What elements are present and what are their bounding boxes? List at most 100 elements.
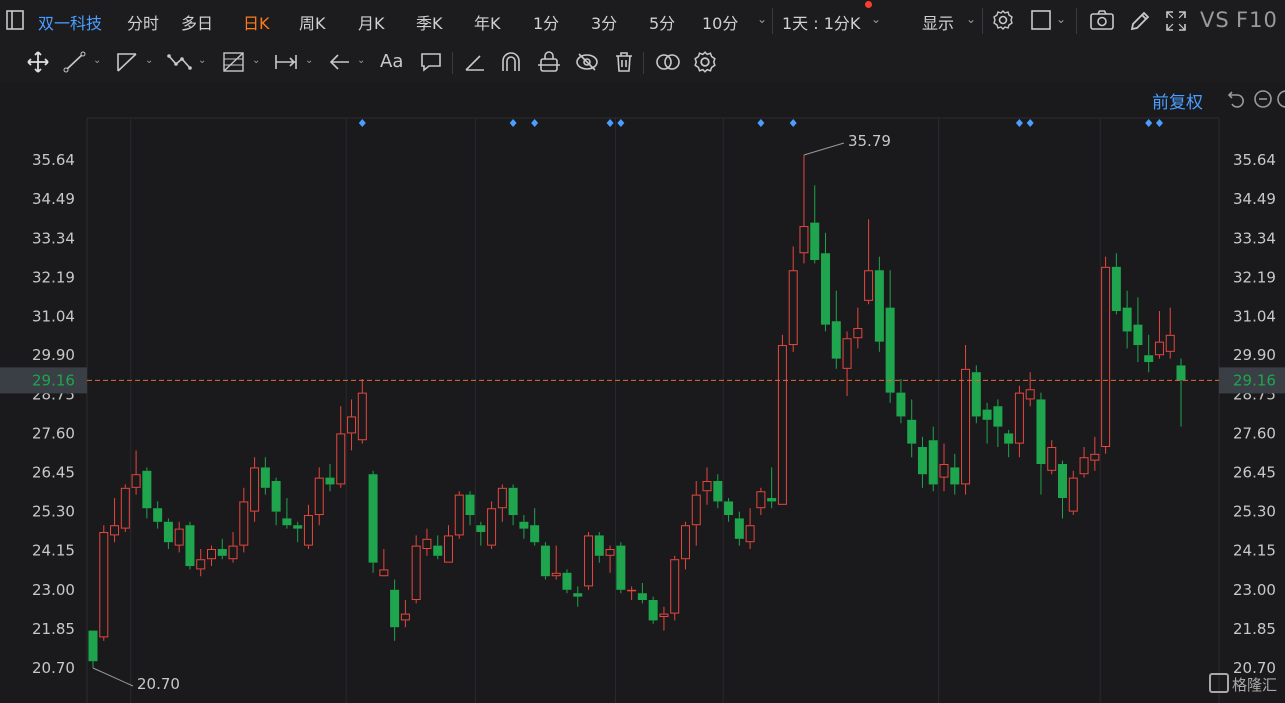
candle-body (487, 508, 497, 546)
wave-chevron-icon[interactable]: ⌄ (198, 55, 206, 66)
tab-5min[interactable]: 5分 (649, 10, 675, 34)
ruler-angle-icon[interactable] (463, 50, 487, 74)
vs-button[interactable]: VS (1200, 8, 1230, 32)
candlestick-chart[interactable]: 35.6434.4933.3432.1931.0429.9028.7527.60… (0, 82, 1285, 703)
lock-drawing-icon[interactable] (537, 50, 561, 74)
y-tick-label-right: 32.19 (1233, 268, 1276, 286)
period-selector[interactable]: 1天 : 1分K (782, 10, 860, 34)
zoom-out-icon[interactable] (1253, 89, 1273, 113)
tab-10min[interactable]: 10分 (702, 10, 738, 34)
y-tick-label-right: 33.34 (1233, 229, 1276, 247)
tab-3min[interactable]: 3分 (591, 10, 617, 34)
candle-body (562, 572, 572, 590)
candle-body (907, 419, 917, 444)
trash-icon[interactable] (612, 50, 636, 74)
candle (584, 532, 594, 590)
fibonacci-chevron-icon[interactable]: ⌄ (252, 55, 260, 66)
period-chevron-icon[interactable]: ⌄ (871, 12, 881, 26)
reset-icon[interactable] (1226, 89, 1246, 113)
y-tick-label-left: 20.70 (32, 659, 75, 677)
measure-chevron-icon[interactable]: ⌄ (305, 55, 313, 66)
candle (562, 569, 572, 594)
candle-body (1122, 307, 1132, 332)
display-menu[interactable]: 显示 (922, 10, 954, 34)
candle-body (131, 474, 141, 488)
more-periods-chevron-icon[interactable]: ⌄ (757, 12, 767, 26)
sidebar-toggle-icon[interactable] (6, 10, 24, 34)
y-tick-label-right: 26.45 (1233, 464, 1276, 482)
candle-body (821, 253, 831, 325)
top-bar: 双一科技 分时 多日 日K 周K 月K 季K 年K 1分 3分 5分 10分 ⌄… (0, 0, 1285, 43)
zoom-in-icon[interactable] (1276, 89, 1285, 113)
candle-body (810, 222, 820, 261)
y-tick-label-right: 27.60 (1233, 424, 1276, 442)
candle-body (508, 487, 518, 516)
tab-month-k[interactable]: 月K (358, 10, 385, 34)
f10-button[interactable]: F10 (1236, 8, 1278, 32)
candle-body (1090, 453, 1100, 461)
measure-tool-icon[interactable] (274, 50, 298, 74)
line-segment-icon[interactable] (63, 50, 87, 74)
candle-body (347, 416, 357, 434)
candle-body (961, 368, 971, 485)
y-tick-label-right: 31.04 (1233, 307, 1276, 325)
candle (99, 525, 109, 641)
candle-body (400, 613, 410, 621)
candle-body (357, 392, 367, 441)
candle-body (206, 549, 216, 560)
y-tick-label-left: 35.64 (32, 151, 75, 169)
adjust-mode-button[interactable]: 前复权 (1152, 88, 1203, 113)
magnet-icon[interactable] (499, 50, 523, 74)
candle-body (174, 528, 184, 546)
candle-body (1133, 324, 1143, 346)
text-tool-icon[interactable]: Aa (380, 51, 404, 75)
fibonacci-tool-icon[interactable] (222, 50, 246, 74)
y-tick-label-left: 24.15 (32, 542, 75, 560)
candle-body (982, 409, 992, 420)
comment-tool-icon[interactable] (419, 50, 443, 74)
chart-background (0, 82, 1285, 703)
layout-square-icon[interactable] (1031, 10, 1051, 34)
candle-body (540, 545, 550, 577)
drawing-toolbar: ⌄ ⌄ ⌄ ⌄ ⌄ ⌄ Aa (0, 42, 1285, 83)
candle-body (842, 338, 852, 369)
tab-quarter-k[interactable]: 季K (416, 10, 443, 34)
candle-body (584, 535, 594, 587)
candle-body (702, 481, 712, 492)
camera-icon[interactable] (1090, 10, 1114, 34)
wave-tool-icon[interactable] (167, 50, 192, 74)
tab-week-k[interactable]: 周K (299, 10, 326, 34)
tab-day-k[interactable]: 日K (243, 10, 270, 34)
move-cross-icon[interactable] (26, 50, 50, 74)
tab-duori[interactable]: 多日 (181, 10, 213, 34)
channel-chevron-icon[interactable]: ⌄ (145, 55, 153, 66)
layout-chevron-icon[interactable]: ⌄ (1056, 12, 1066, 26)
pencil-icon[interactable] (1129, 10, 1151, 36)
tab-year-k[interactable]: 年K (474, 10, 501, 34)
candle-body (853, 328, 863, 339)
candle-body (637, 593, 647, 601)
settings-gear-icon[interactable] (992, 9, 1014, 35)
y-tick-label-right: 21.85 (1233, 620, 1276, 638)
candle-body (971, 372, 981, 417)
stock-name[interactable]: 双一科技 (38, 10, 102, 34)
hide-drawing-icon[interactable] (575, 50, 599, 74)
channel-tool-icon[interactable] (115, 50, 139, 74)
divider (982, 8, 983, 34)
y-tick-label-left: 32.19 (32, 268, 75, 286)
candle-body (1036, 399, 1046, 465)
candle-body (1101, 266, 1111, 448)
display-chevron-icon[interactable]: ⌄ (966, 12, 976, 26)
compare-circles-icon[interactable] (655, 50, 680, 74)
candle-body (993, 406, 1003, 427)
candle-body (1068, 477, 1078, 512)
candle-body (497, 487, 507, 509)
drawing-settings-gear-icon[interactable] (693, 50, 717, 74)
line-chevron-icon[interactable]: ⌄ (93, 55, 101, 66)
arrow-chevron-icon[interactable]: ⌄ (357, 55, 365, 66)
tab-1min[interactable]: 1分 (533, 10, 559, 34)
candle-body (648, 600, 658, 621)
fullscreen-icon[interactable] (1165, 10, 1187, 36)
tab-fenshi[interactable]: 分时 (127, 10, 159, 34)
arrow-tool-icon[interactable] (328, 50, 352, 74)
